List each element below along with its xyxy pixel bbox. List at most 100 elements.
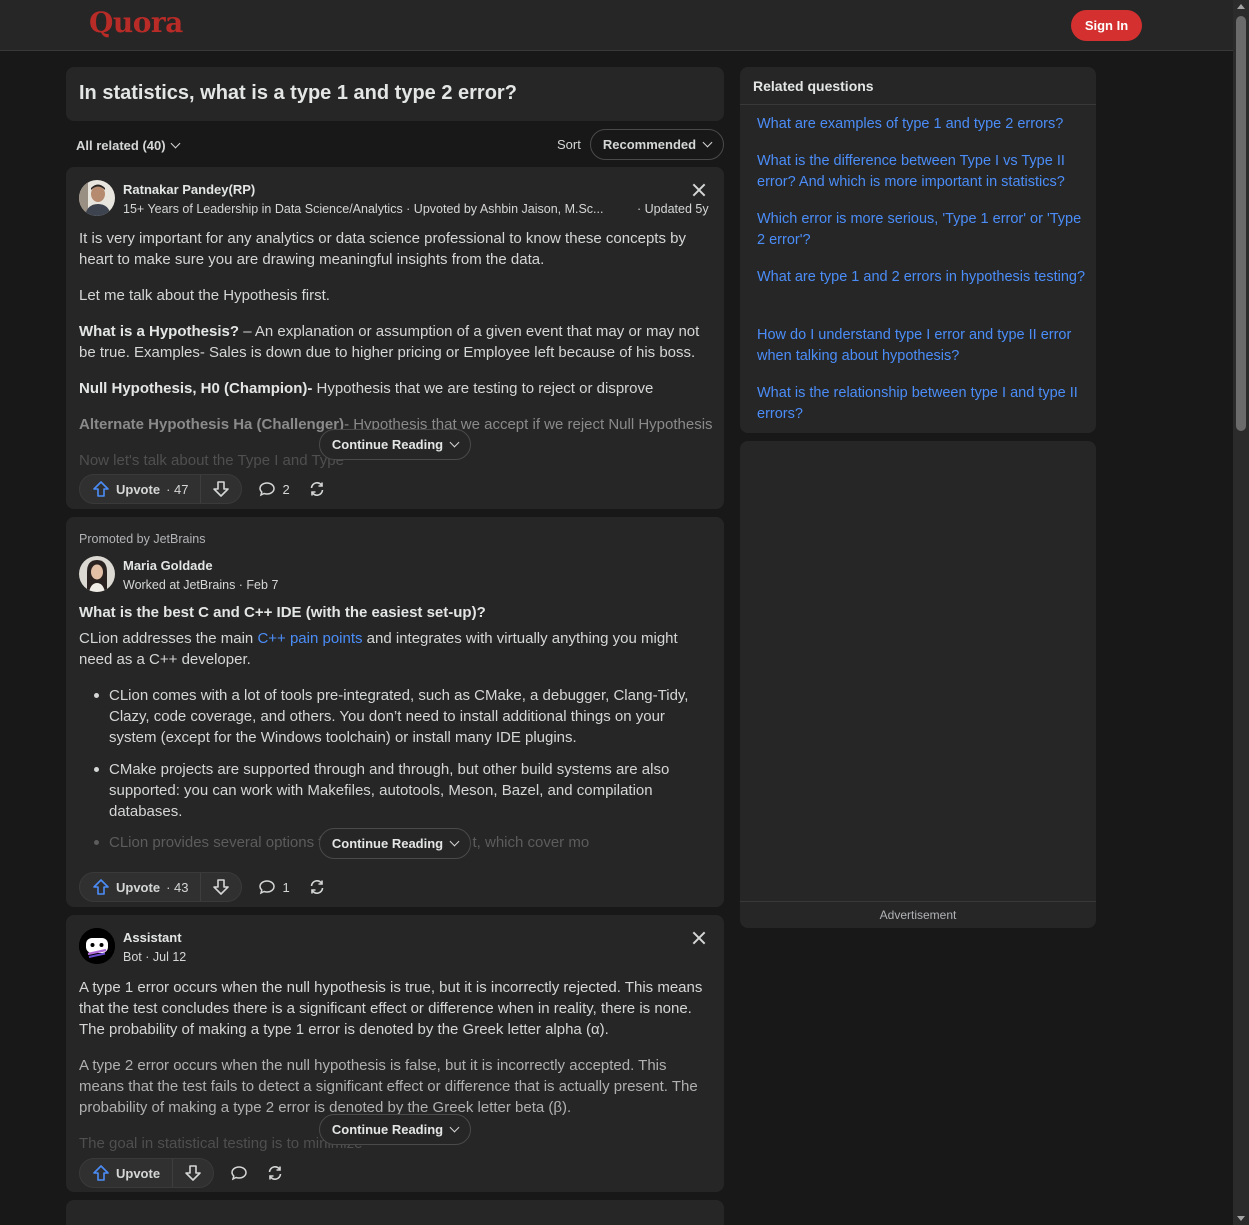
- continue-reading-button[interactable]: Continue Reading: [319, 1114, 471, 1145]
- paragraph-text: CLion addresses the main: [79, 630, 258, 647]
- downvote-arrow-icon: [185, 1165, 201, 1181]
- bullet-item: CMake projects are supported through and…: [94, 759, 699, 822]
- chevron-down-icon: [449, 1122, 460, 1133]
- comment-icon: [231, 1166, 247, 1181]
- downvote-button[interactable]: [201, 873, 241, 901]
- chevron-down-icon: [449, 437, 460, 448]
- avatar[interactable]: [79, 556, 115, 592]
- divider: [740, 104, 1096, 105]
- vote-group: Upvote · 47: [79, 474, 243, 504]
- sign-in-button[interactable]: Sign In: [1071, 10, 1142, 41]
- comment-button[interactable]: 2: [258, 480, 290, 498]
- close-icon[interactable]: [692, 183, 706, 197]
- chevron-down-icon: [702, 137, 713, 148]
- sort-label: Sort: [557, 137, 581, 152]
- answer-paragraph: It is very important for any analytics o…: [79, 230, 686, 268]
- upvote-arrow-icon: [93, 481, 109, 497]
- refresh-icon: [268, 1166, 282, 1180]
- related-question-link[interactable]: What are type 1 and 2 errors in hypothes…: [757, 267, 1087, 288]
- quora-logo[interactable]: Quora: [89, 6, 183, 39]
- continue-reading-label: Continue Reading: [331, 437, 444, 452]
- comment-icon: [259, 482, 276, 497]
- answer-paragraph: What is a Hypothesis? – An explanation o…: [79, 321, 715, 363]
- answer-actions: Upvote · 47 2: [79, 474, 326, 504]
- comment-count: 2: [282, 481, 290, 497]
- downvote-button[interactable]: [201, 475, 241, 503]
- author-credential: 15+ Years of Leadership in Data Science/…: [123, 202, 604, 216]
- answer-paragraph: Let me talk about the Hypothesis first.: [79, 287, 330, 304]
- upvote-label: Upvote: [116, 481, 161, 497]
- upvote-arrow-icon: [93, 1165, 109, 1181]
- answer-paragraph: A type 1 error occurs when the null hypo…: [79, 979, 703, 1038]
- answer-paragraph: CLion addresses the main C++ pain points…: [79, 628, 715, 670]
- close-icon[interactable]: [692, 931, 706, 945]
- advertisement-panel: Advertisement: [740, 441, 1096, 928]
- author-credential: Worked at JetBrains · Feb 7: [123, 578, 279, 592]
- continue-reading-label: Continue Reading: [331, 836, 444, 851]
- downvote-arrow-icon: [213, 879, 230, 895]
- answer-actions: Upvote: [79, 1158, 284, 1188]
- downvote-arrow-icon: [213, 481, 230, 497]
- downvote-button[interactable]: [173, 1159, 213, 1187]
- answer-card: Assistant Bot · Jul 12 A type 1 error oc…: [66, 915, 724, 1192]
- upvote-count: · 47: [166, 481, 189, 497]
- promoted-answer-card: Promoted by JetBrains Maria Goldade Work…: [66, 517, 724, 907]
- share-button[interactable]: [308, 480, 326, 498]
- upvote-button[interactable]: Upvote · 43: [80, 873, 202, 901]
- comment-count: 1: [282, 879, 290, 895]
- continue-reading-button[interactable]: Continue Reading: [319, 828, 471, 859]
- related-question-link[interactable]: What is the difference between Type I vs…: [757, 151, 1087, 193]
- upvote-label: Upvote: [116, 1165, 161, 1181]
- answer-card: [66, 1200, 724, 1225]
- bullet-item: CLion comes with a lot of tools pre-inte…: [94, 685, 699, 748]
- avatar[interactable]: [79, 180, 115, 216]
- related-question-link[interactable]: Which error is more serious, 'Type 1 err…: [757, 209, 1087, 251]
- related-question-link[interactable]: What is the relationship between type I …: [757, 383, 1087, 425]
- author-name[interactable]: Ratnakar Pandey(RP): [123, 182, 255, 197]
- promoted-title[interactable]: What is the best C and C++ IDE (with the…: [79, 604, 486, 621]
- divider: [740, 901, 1096, 902]
- all-related-dropdown[interactable]: All related (40): [76, 138, 181, 153]
- vote-group: Upvote: [79, 1158, 215, 1188]
- term-bold: Null Hypothesis, H0 (Champion)-: [79, 380, 313, 397]
- refresh-icon: [310, 482, 324, 496]
- chevron-down-icon: [170, 138, 181, 149]
- chevron-down-icon: [449, 836, 460, 847]
- upvote-arrow-icon: [93, 879, 109, 895]
- scroll-up-arrow-icon[interactable]: [1237, 4, 1245, 9]
- share-button[interactable]: [308, 878, 326, 896]
- continue-reading-label: Continue Reading: [331, 1122, 444, 1137]
- term-text: Hypothesis that we are testing to reject…: [312, 380, 654, 397]
- top-bar: Quora Sign In: [0, 0, 1233, 51]
- comment-button[interactable]: [230, 1164, 248, 1182]
- upvote-button[interactable]: Upvote: [80, 1159, 174, 1187]
- continue-reading-button[interactable]: Continue Reading: [319, 429, 471, 460]
- scroll-thumb[interactable]: [1236, 16, 1246, 431]
- pain-points-link[interactable]: C++ pain points: [257, 630, 362, 647]
- sort-dropdown[interactable]: Recommended: [590, 129, 724, 160]
- related-questions-panel: Related questions What are examples of t…: [740, 67, 1096, 433]
- scroll-down-arrow-icon[interactable]: [1237, 1216, 1245, 1221]
- term-bold: What is a Hypothesis?: [79, 323, 240, 340]
- related-question-link[interactable]: How do I understand type I error and typ…: [757, 325, 1087, 367]
- upvote-button[interactable]: Upvote · 47: [80, 475, 202, 503]
- scrollbar[interactable]: [1233, 0, 1249, 1225]
- upvote-count: · 43: [166, 879, 189, 895]
- vote-group: Upvote · 43: [79, 872, 243, 902]
- term-bold: Alternate Hypothesis Ha (Challenger): [79, 416, 345, 433]
- advertisement-label: Advertisement: [879, 908, 957, 922]
- comment-icon: [259, 880, 276, 895]
- share-button[interactable]: [266, 1164, 284, 1182]
- answer-timestamp[interactable]: · Updated 5y: [637, 202, 709, 216]
- all-related-label: All related (40): [76, 138, 166, 153]
- sort-value: Recommended: [602, 137, 697, 152]
- related-question-link[interactable]: What are examples of type 1 and type 2 e…: [757, 114, 1087, 135]
- author-name[interactable]: Maria Goldade: [123, 558, 213, 573]
- upvote-label: Upvote: [116, 879, 161, 895]
- comment-button[interactable]: 1: [258, 878, 290, 896]
- author-name[interactable]: Assistant: [123, 930, 182, 945]
- avatar[interactable]: [79, 928, 115, 964]
- answer-card: Ratnakar Pandey(RP) 15+ Years of Leaders…: [66, 167, 724, 509]
- answer-actions: Upvote · 43 1: [79, 872, 326, 902]
- question-card: In statistics, what is a type 1 and type…: [66, 67, 724, 121]
